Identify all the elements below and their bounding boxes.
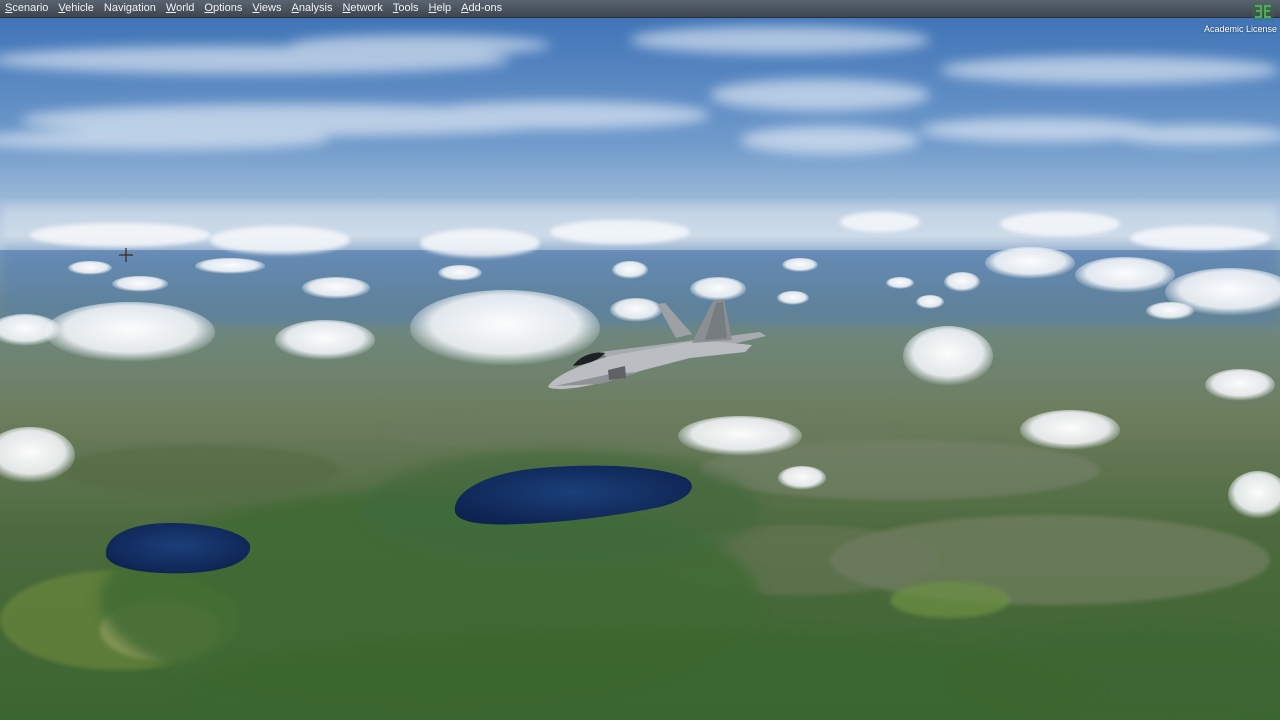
- menu-vehicle[interactable]: Vehicle: [53, 0, 98, 17]
- menu-options[interactable]: Options: [199, 0, 247, 17]
- menu-network[interactable]: Network: [337, 0, 387, 17]
- simulator-viewport[interactable]: [0, 0, 1280, 720]
- menu-analysis[interactable]: Analysis: [287, 0, 338, 17]
- sim-logo-icon: [1252, 3, 1274, 21]
- menu-scenario[interactable]: Scenario: [0, 0, 53, 17]
- menu-navigation[interactable]: Navigation: [99, 0, 161, 17]
- menu-views[interactable]: Views: [247, 0, 286, 17]
- menu-addons[interactable]: Add-ons: [456, 0, 507, 17]
- license-label: Academic License: [1203, 24, 1277, 34]
- menu-help[interactable]: Help: [424, 0, 457, 17]
- menu-bar: Scenario Vehicle Navigation World Option…: [0, 0, 1280, 18]
- menu-tools[interactable]: Tools: [388, 0, 424, 17]
- menu-world[interactable]: World: [161, 0, 200, 17]
